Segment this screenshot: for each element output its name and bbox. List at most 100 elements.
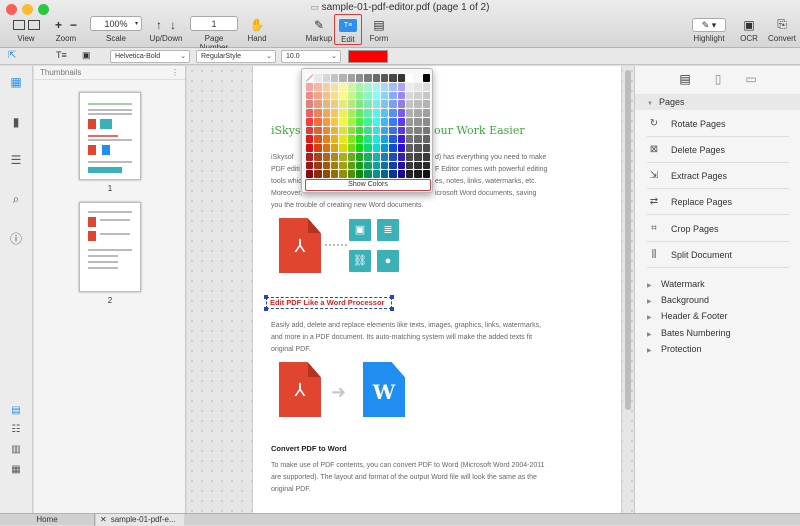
color-swatch[interactable]: [322, 170, 330, 178]
color-swatch[interactable]: [422, 135, 430, 143]
color-swatch[interactable]: [347, 144, 355, 152]
color-swatch[interactable]: [322, 126, 330, 135]
document-tab-icon[interactable]: ▯: [710, 72, 726, 88]
properties-tab-icon[interactable]: ▭: [743, 72, 759, 88]
info-icon[interactable]: ⓘ: [9, 232, 23, 246]
resize-handle[interactable]: [390, 307, 394, 311]
page-thumbnail-1[interactable]: [79, 92, 141, 180]
color-swatch[interactable]: [331, 152, 339, 161]
color-swatch[interactable]: [389, 91, 397, 100]
font-color-swatch[interactable]: [348, 50, 388, 63]
color-swatch[interactable]: [406, 126, 414, 135]
page-thumbnail-2[interactable]: [79, 202, 141, 292]
color-swatch[interactable]: [314, 82, 322, 91]
color-swatch[interactable]: [306, 170, 314, 178]
color-swatch[interactable]: [322, 144, 330, 152]
color-swatch[interactable]: [331, 74, 339, 82]
resize-handle[interactable]: [264, 295, 268, 299]
color-swatch[interactable]: [397, 100, 405, 108]
color-swatch[interactable]: [381, 117, 389, 126]
color-swatch[interactable]: [381, 161, 389, 170]
color-swatch[interactable]: [422, 74, 430, 82]
color-swatch[interactable]: [372, 117, 380, 126]
page-tools-tab-icon[interactable]: ▤: [677, 72, 693, 88]
background-section[interactable]: ▶ Background: [647, 295, 709, 305]
two-page-icon[interactable]: ▥: [9, 443, 23, 457]
color-swatch[interactable]: [331, 144, 339, 152]
color-swatch[interactable]: [322, 82, 330, 91]
markup-button[interactable]: ✎ Markup: [304, 16, 334, 44]
color-swatch[interactable]: [356, 152, 364, 161]
color-swatch[interactable]: [364, 117, 372, 126]
color-swatch[interactable]: [347, 126, 355, 135]
color-swatch[interactable]: [406, 144, 414, 152]
color-swatch[interactable]: [306, 117, 314, 126]
color-swatch[interactable]: [372, 144, 380, 152]
show-colors-button[interactable]: Show Colors: [305, 179, 431, 191]
color-swatch[interactable]: [347, 135, 355, 143]
color-swatch[interactable]: [339, 74, 347, 82]
color-swatch[interactable]: [314, 117, 322, 126]
page-number-input[interactable]: 1: [190, 16, 238, 31]
color-swatch[interactable]: [372, 152, 380, 161]
color-swatch[interactable]: [314, 100, 322, 108]
highlight-button[interactable]: ✎ ▾ Highlight: [688, 16, 730, 43]
color-swatch[interactable]: [381, 82, 389, 91]
color-swatch[interactable]: [397, 135, 405, 143]
color-swatch[interactable]: [314, 152, 322, 161]
document-tab[interactable]: ✕ sample-01-pdf-e...: [96, 514, 184, 526]
color-swatch[interactable]: [389, 135, 397, 143]
select-arrow-icon[interactable]: ⇱: [8, 50, 16, 61]
color-swatch[interactable]: [414, 82, 422, 91]
color-swatch[interactable]: [397, 74, 405, 82]
color-swatch[interactable]: [389, 170, 397, 178]
color-swatch[interactable]: [397, 117, 405, 126]
color-swatch[interactable]: [406, 100, 414, 108]
rotate-pages-item[interactable]: ↻ Rotate Pages: [647, 111, 789, 137]
color-swatch[interactable]: [381, 109, 389, 117]
color-swatch[interactable]: [406, 74, 414, 82]
color-swatch[interactable]: [331, 117, 339, 126]
watermark-section[interactable]: ▶ Watermark: [647, 279, 705, 289]
single-page-icon[interactable]: ▤: [9, 404, 23, 418]
color-swatch[interactable]: [422, 144, 430, 152]
list-icon[interactable]: ☰: [9, 153, 23, 167]
color-swatch[interactable]: [389, 100, 397, 108]
color-swatch[interactable]: [306, 126, 314, 135]
font-size-select[interactable]: 10.0 ⌄: [281, 50, 341, 63]
color-swatch[interactable]: [314, 170, 322, 178]
color-swatch[interactable]: [422, 161, 430, 170]
color-swatch[interactable]: [397, 109, 405, 117]
color-swatch[interactable]: [322, 74, 330, 82]
color-swatch[interactable]: [414, 74, 422, 82]
color-swatch[interactable]: [414, 91, 422, 100]
thumbnails-icon[interactable]: ▦: [9, 75, 23, 89]
hand-button[interactable]: ✋ Hand: [243, 16, 271, 44]
font-select[interactable]: Helvetica-Bold ⌄: [110, 50, 190, 63]
color-swatch[interactable]: [389, 152, 397, 161]
color-swatch[interactable]: [414, 100, 422, 108]
color-swatch[interactable]: [306, 109, 314, 117]
color-swatch[interactable]: [406, 117, 414, 126]
vertical-scrollbar[interactable]: [625, 70, 631, 410]
color-swatch[interactable]: [356, 74, 364, 82]
color-swatch[interactable]: [372, 170, 380, 178]
color-swatch[interactable]: [356, 135, 364, 143]
color-swatch[interactable]: [381, 91, 389, 100]
color-swatch[interactable]: [331, 82, 339, 91]
close-tab-icon[interactable]: ✕: [100, 515, 107, 524]
pages-section-title[interactable]: ▼ Pages: [647, 97, 684, 107]
image-edit-icon[interactable]: ▣: [82, 50, 91, 61]
color-swatch[interactable]: [347, 109, 355, 117]
color-swatch[interactable]: [364, 100, 372, 108]
color-swatch[interactable]: [347, 82, 355, 91]
color-swatch[interactable]: [306, 152, 314, 161]
color-swatch[interactable]: [389, 161, 397, 170]
color-swatch[interactable]: [347, 100, 355, 108]
color-swatch[interactable]: [322, 109, 330, 117]
edit-button[interactable]: T≡ Edit: [334, 14, 362, 45]
color-swatch[interactable]: [347, 74, 355, 82]
color-swatch[interactable]: [389, 109, 397, 117]
color-swatch[interactable]: [339, 152, 347, 161]
color-swatch[interactable]: [422, 109, 430, 117]
